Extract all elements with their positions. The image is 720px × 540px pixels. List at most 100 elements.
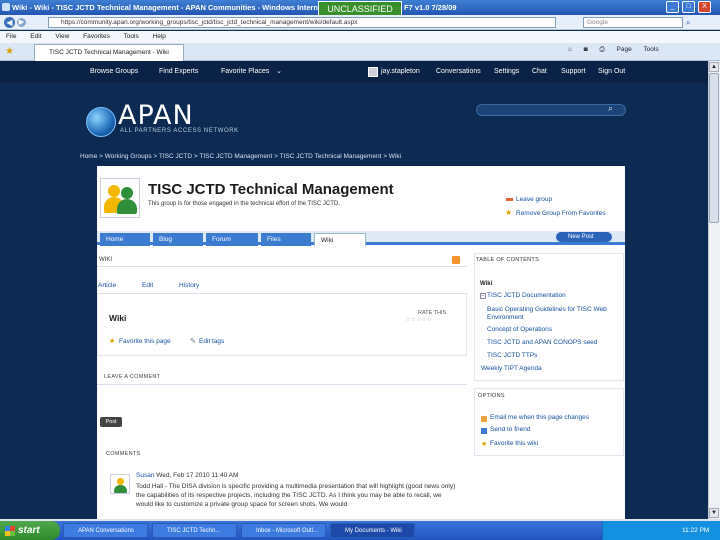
nav-username[interactable]: jay.stapleton [381,61,420,83]
toc-item[interactable]: Concept of Operations [487,326,617,334]
site-nav: Browse Groups Find Experts Favorite Plac… [0,61,708,83]
site-search-input[interactable] [476,104,626,116]
leave-comment-label: LEAVE A COMMENT [104,374,161,380]
nav-conversations[interactable]: Conversations [436,61,481,83]
windows-logo-icon [5,526,15,536]
new-post-button[interactable]: New Post [556,232,612,242]
remove-favorite-link[interactable]: Remove Group From Favorites [516,210,606,217]
back-button[interactable]: ◀ [4,17,15,28]
taskbar-item[interactable]: APAN Conversations [63,523,148,538]
toc-root-link[interactable]: Wiki [480,281,492,287]
nav-settings[interactable]: Settings [494,61,519,83]
leave-icon [506,198,513,201]
star-icon: ★ [505,208,513,217]
forward-button[interactable]: ▶ [17,18,26,27]
rss-feed-icon[interactable]: ◙ [584,46,588,53]
comment-meta: Susan Wed, Feb 17 2010 11:40 AM [136,472,238,479]
menu-edit[interactable]: Edit [30,33,41,40]
taskbar-item[interactable]: TISC JCTD Techn... [152,523,237,538]
option-send-friend[interactable]: Send to friend [490,426,530,433]
ie-icon [2,3,10,11]
taskbar-item[interactable]: My Documents - Wiki [330,523,415,538]
options-header: OPTIONS [478,393,505,399]
nav-browse-groups[interactable]: Browse Groups [90,61,138,83]
tools-menu[interactable]: Tools [643,46,658,53]
menu-favorites[interactable]: Favorites [83,33,110,40]
site-logo[interactable]: APAN [118,100,194,131]
favorite-page-link[interactable]: Favorite this page [119,338,171,345]
rss-icon[interactable] [452,256,460,264]
favorites-star-icon[interactable]: ★ [5,46,14,57]
post-comment-button[interactable]: Post [100,417,122,427]
user-avatar[interactable] [368,67,378,77]
option-favorite-wiki[interactable]: Favorite this wiki [490,440,538,447]
star-icon: ★ [109,338,116,345]
browser-search-input[interactable]: Google [583,17,683,28]
divider [97,384,467,385]
scroll-down-icon[interactable]: ▼ [709,508,719,518]
page-menu[interactable]: Page [617,46,632,53]
menu-bar: File Edit View Favorites Tools Help [0,31,720,43]
print-icon[interactable]: ⎙ [600,46,605,53]
subtab-article[interactable]: Article [98,282,116,289]
wiki-heading: Wiki [109,313,127,323]
minimize-button[interactable]: _ [666,1,679,13]
tab-home[interactable]: Home [100,233,150,246]
group-title: TISC JCTD Technical Management [148,181,394,198]
wiki-article-box [97,294,467,356]
nav-favorite-places[interactable]: Favorite Places [221,61,269,83]
menu-view[interactable]: View [55,33,69,40]
breadcrumb[interactable]: Home > Working Groups > TISC JCTD > TISC… [80,153,401,160]
comments-label: COMMENTS [106,451,141,457]
clock: 11:22 PM [682,527,710,534]
scroll-thumb[interactable] [709,73,719,223]
site-tagline: ALL PARTNERS ACCESS NETWORK [120,128,239,134]
tab-blog[interactable]: Blog [153,233,203,246]
nav-chat[interactable]: Chat [532,61,547,83]
toc-item[interactable]: TISC JCTD Documentation [487,292,617,300]
comment-text: Todd Hall - The DISA division is specifi… [136,483,456,508]
tab-forum[interactable]: Forum [206,233,258,246]
group-description: This group is for those engaged in the t… [148,201,340,207]
command-bar: ⌂ ◙ ⎙ Page Tools [568,46,669,54]
nav-find-experts[interactable]: Find Experts [159,61,198,83]
menu-file[interactable]: File [6,33,16,40]
subtab-history[interactable]: History [179,282,199,289]
nav-support[interactable]: Support [561,61,586,83]
star-icon: ★ [481,441,488,448]
nav-sign-out[interactable]: Sign Out [598,61,625,83]
toc-item[interactable]: Weekly TIPT Agenda [481,365,611,373]
wiki-section-label: WIKI [97,253,467,267]
menu-help[interactable]: Help [153,33,166,40]
option-email-changes[interactable]: Email me when this page changes [490,414,589,421]
menu-tools[interactable]: Tools [124,33,139,40]
browser-tab[interactable]: TISC JCTD Technical Management - Wiki [34,44,184,61]
tab-files[interactable]: Files [261,233,311,246]
toc-header: TABLE OF CONTENTS [476,257,540,263]
url-input[interactable]: https://community.apan.org/working_group… [48,17,556,28]
globe-logo-icon[interactable] [86,107,116,137]
classification-banner: UNCLASSIFIED [318,1,402,16]
collapse-icon[interactable]: − [480,293,486,299]
edit-tags-link[interactable]: Edit tags [199,338,224,345]
email-icon [481,416,487,422]
comment-author-link[interactable]: Susan [136,472,154,479]
search-icon[interactable]: ⌕ [608,103,613,114]
rating-stars[interactable]: ☆☆☆☆☆ [405,316,432,323]
maximize-button[interactable]: □ [682,1,695,13]
search-icon[interactable]: ⌕ [686,17,696,28]
chevron-down-icon[interactable]: ⌄ [276,61,282,83]
taskbar-item[interactable]: Inbox - Microsoft Outl... [241,523,326,538]
subtab-edit[interactable]: Edit [142,282,153,289]
toc-item[interactable]: TISC JCTD and APAN CONOPS seed [487,339,617,347]
home-icon[interactable]: ⌂ [568,46,572,53]
toc-item[interactable]: Basic Operating Guidelines for TISC Web … [487,306,617,322]
tab-wiki[interactable]: Wiki [314,233,366,246]
comment-timestamp: Wed, Feb 17 2010 11:40 AM [156,472,239,479]
tag-icon: ✎ [190,338,196,345]
avatar[interactable] [110,474,130,494]
toc-item[interactable]: TISC JCTD TTPs [487,352,617,360]
leave-group-link[interactable]: Leave group [516,196,552,203]
scroll-up-icon[interactable]: ▲ [709,62,719,72]
close-button[interactable]: X [698,1,711,13]
